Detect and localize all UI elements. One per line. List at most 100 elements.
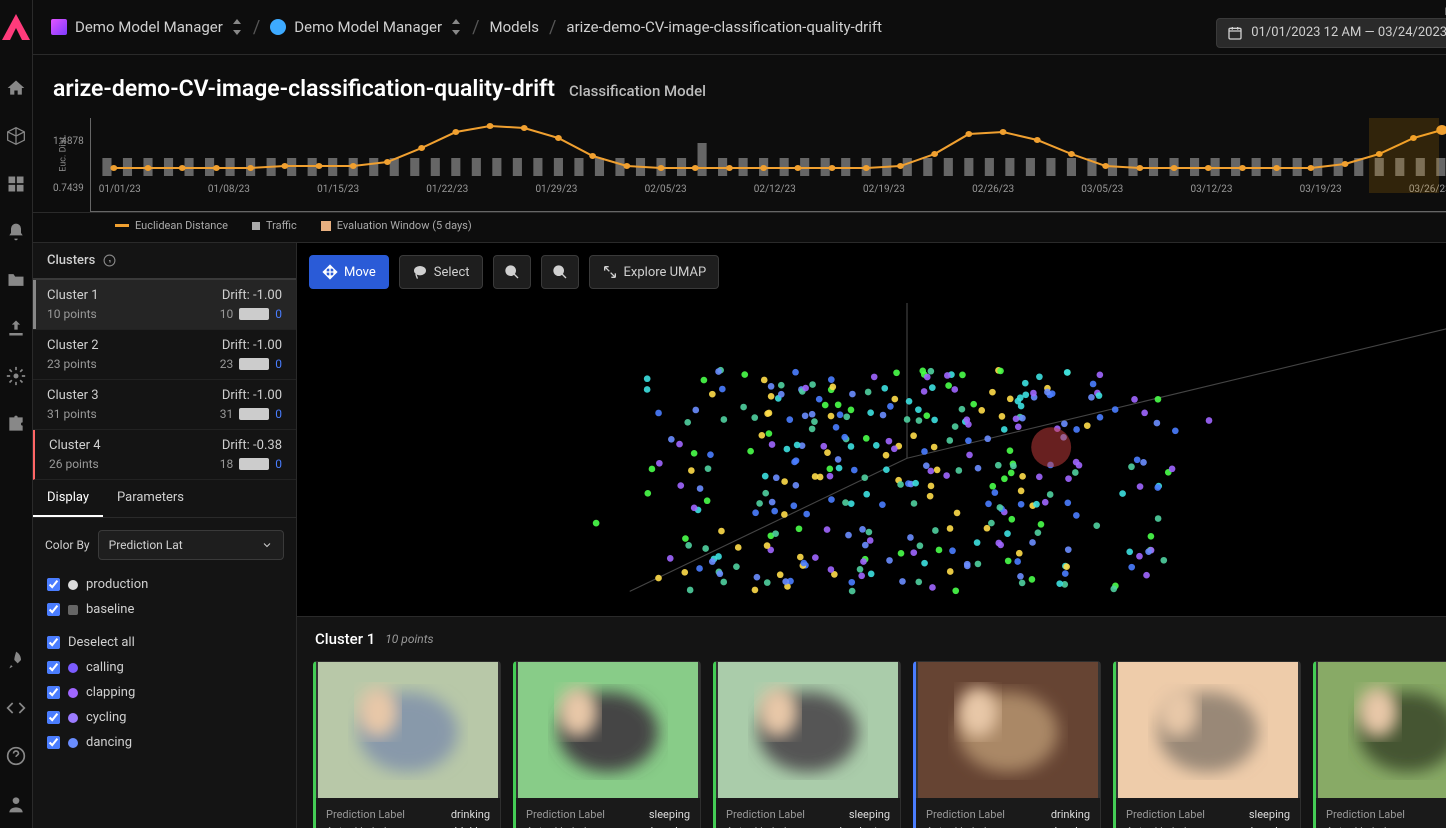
legend-swatch: [321, 221, 331, 231]
cluster-bar: [239, 458, 269, 470]
bell-icon[interactable]: [6, 222, 26, 242]
cluster-base: 0: [275, 357, 282, 371]
model-type: Classification Model: [569, 82, 706, 100]
check-label: Deselect all: [68, 635, 135, 650]
legend-euclidean: Euclidean Distance: [115, 219, 228, 232]
cluster-points: 26 points: [49, 457, 99, 471]
legend-label: Euclidean Distance: [135, 219, 228, 232]
code-icon[interactable]: [6, 698, 26, 718]
meta-label-actual: Actual Label: [926, 825, 987, 828]
move-button[interactable]: Move: [309, 255, 389, 289]
cluster-name: Cluster 1: [47, 288, 99, 303]
umap-canvas[interactable]: [297, 301, 1446, 616]
meta-val-pred: drinking: [451, 808, 490, 821]
puzzle-icon[interactable]: [6, 414, 26, 434]
breadcrumb: Demo Model Manager / Demo Model Manager …: [51, 17, 1216, 38]
button-label: Select: [434, 265, 470, 280]
meta-label-actual: Actual Label: [326, 825, 387, 828]
meta-val-actual: hugging: [1251, 825, 1290, 828]
cluster-details: Cluster 1 10 points Prediction Labeldrin…: [297, 616, 1446, 828]
chevron-updown-icon: [450, 19, 462, 35]
home-icon[interactable]: [6, 78, 26, 98]
tab-display[interactable]: Display: [33, 480, 103, 517]
tab-parameters[interactable]: Parameters: [103, 480, 198, 517]
check-label: calling: [86, 660, 124, 675]
zoom-in-button[interactable]: [493, 255, 531, 289]
check-cycling[interactable]: cycling: [45, 705, 284, 730]
explore-umap-button[interactable]: Explore UMAP: [589, 255, 720, 289]
zoom-out-button[interactable]: [541, 255, 579, 289]
check-clapping[interactable]: clapping: [45, 680, 284, 705]
meta-label-pred: Prediction Label: [526, 808, 605, 821]
data-card: Prediction Labelsleeping Actual Labelhug…: [513, 661, 701, 828]
checkbox[interactable]: [47, 686, 60, 699]
x-tick: 01/29/23: [535, 184, 577, 195]
data-card: Prediction Labelsleeping Actual Labelhug…: [1113, 661, 1301, 828]
apps-icon[interactable]: [6, 174, 26, 194]
breadcrumb-separator: /: [253, 17, 260, 38]
check-label: baseline: [86, 602, 134, 617]
checkbox[interactable]: [47, 711, 60, 724]
chevron-down-icon: [261, 537, 273, 553]
breadcrumb-label: Models: [490, 18, 539, 36]
card-meta: Prediction Labelsleeping Actual Labelhug…: [516, 798, 700, 828]
checkbox[interactable]: [47, 578, 60, 591]
rocket-icon[interactable]: [6, 650, 26, 670]
breadcrumb-models[interactable]: Models: [490, 18, 539, 36]
card-image: [316, 662, 500, 798]
checkbox[interactable]: [47, 736, 60, 749]
cluster-bar: [239, 308, 269, 320]
cluster-points: 23 points: [47, 357, 97, 371]
calendar-icon: [1227, 25, 1243, 41]
x-axis-ticks: 01/01/23 01/08/23 01/15/23 01/22/23 01/2…: [91, 184, 1446, 195]
date-range-picker[interactable]: 01/01/2023 12 AM — 03/24/2023 12 AM: [1216, 18, 1446, 48]
folder-icon[interactable]: [6, 270, 26, 290]
cluster-item-2[interactable]: Cluster 2Drift: -1.00 23 points230: [33, 330, 296, 380]
card-meta: Prediction Labeldrinking Actual Labelsle…: [916, 798, 1100, 828]
meta-val-pred: sleeping: [849, 808, 890, 821]
card-image: [1316, 662, 1446, 798]
x-tick: 01/22/23: [426, 184, 468, 195]
color-by-select[interactable]: Prediction Lat: [98, 530, 284, 560]
check-dancing[interactable]: dancing: [45, 730, 284, 755]
check-production[interactable]: production: [45, 572, 284, 597]
breadcrumb-project[interactable]: Demo Model Manager: [270, 18, 462, 36]
main-content: Demo Model Manager / Demo Model Manager …: [33, 0, 1446, 828]
chart-area[interactable]: 01/01/23 01/08/23 01/15/23 01/22/23 01/2…: [90, 118, 1446, 212]
check-deselect-all[interactable]: Deselect all: [45, 630, 284, 655]
meta-label-pred: Prediction Label: [1326, 808, 1405, 821]
side-panel: Clusters Cluster 1Drift: -1.00 10 points…: [33, 243, 297, 828]
help-icon[interactable]: [6, 746, 26, 766]
expand-icon: [602, 264, 618, 280]
card-meta: Prediction Labeldrinking Actual Labeldri…: [316, 798, 500, 828]
card-meta: Prediction Labelhugging Actual Labeldrin…: [1316, 798, 1446, 828]
meta-label-actual: Actual Label: [526, 825, 587, 828]
cluster-item-4[interactable]: Cluster 4Drift: -0.38 26 points180: [33, 430, 296, 480]
cluster-name: Cluster 2: [47, 338, 99, 353]
x-tick: 02/26/23: [972, 184, 1014, 195]
checkbox[interactable]: [47, 636, 60, 649]
breadcrumb-workspace[interactable]: Demo Model Manager: [51, 18, 243, 36]
legend-label: Traffic: [266, 219, 297, 232]
check-calling[interactable]: calling: [45, 655, 284, 680]
color-by-row: Color By Prediction Lat: [45, 530, 284, 560]
cluster-item-3[interactable]: Cluster 3Drift: -1.00 31 points310: [33, 380, 296, 430]
gear-icon[interactable]: [6, 366, 26, 386]
upload-icon[interactable]: [6, 318, 26, 338]
check-baseline[interactable]: baseline: [45, 597, 284, 622]
checkbox[interactable]: [47, 603, 60, 616]
breadcrumb-separator: /: [472, 17, 479, 38]
cluster-item-1[interactable]: Cluster 1Drift: -1.00 10 points100: [33, 280, 296, 330]
cube-icon[interactable]: [6, 126, 26, 146]
x-tick: 02/19/23: [863, 184, 905, 195]
breadcrumb-label: Demo Model Manager: [75, 18, 223, 36]
check-label: dancing: [86, 735, 132, 750]
check-label: production: [86, 577, 148, 592]
info-icon[interactable]: [103, 254, 116, 267]
x-tick: 01/01/23: [99, 184, 141, 195]
user-icon[interactable]: [6, 794, 26, 814]
select-button[interactable]: Select: [399, 255, 483, 289]
checkbox[interactable]: [47, 661, 60, 674]
cluster-drift: Drift: -1.00: [222, 338, 282, 353]
cluster-name: Cluster 3: [47, 388, 99, 403]
